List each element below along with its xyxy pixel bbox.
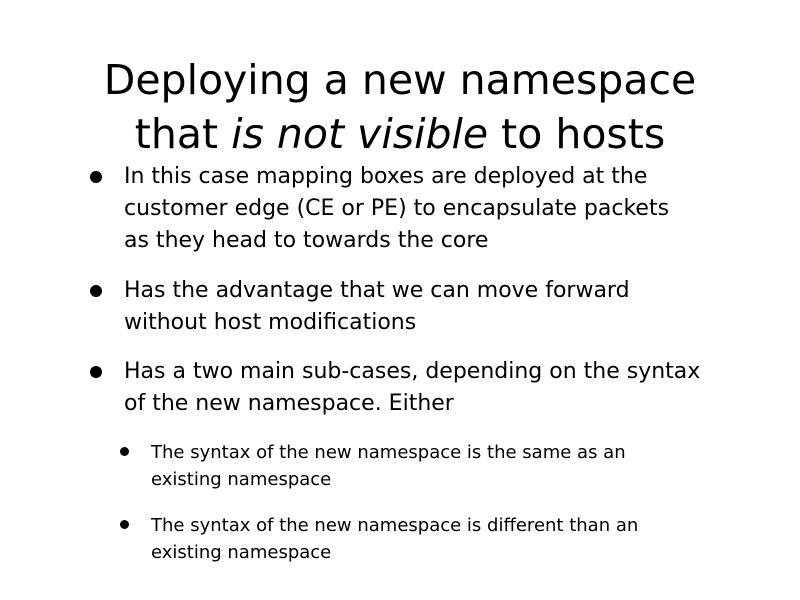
bullet-dot-icon	[90, 171, 102, 183]
bullet-item-sub-cases: Has a two main sub-cases, depending on t…	[90, 356, 701, 420]
sub-bullet-dot-icon	[120, 520, 129, 529]
sub-bullet-text-line: existing namespace	[151, 469, 332, 490]
sub-bullet-item-same-syntax: The syntax of the new namespace is the s…	[120, 439, 626, 493]
title-line-2-suffix: to hosts	[488, 110, 666, 159]
sub-bullet-dot-icon	[120, 447, 129, 456]
bullet-text-line: of the new namespace. Either	[124, 391, 454, 416]
sub-bullet-text-line: The syntax of the new namespace is diffe…	[151, 515, 639, 536]
title-line-1: Deploying a new namespace	[103, 56, 697, 105]
bullet-text-line: Has the advantage that we can move forwa…	[124, 278, 630, 303]
title-emphasis: is not visible	[231, 110, 489, 159]
title-line-2: that is not visible to hosts	[40, 107, 760, 161]
bullet-text-line: customer edge (CE or PE) to encapsulate …	[124, 196, 670, 221]
bullet-dot-icon	[90, 366, 102, 378]
slide: Deploying a new namespace that is not vi…	[0, 0, 800, 600]
title-line-2-prefix: that	[134, 110, 232, 159]
bullet-text-line: as they head to towards the core	[124, 228, 489, 253]
bullet-item-advantage: Has the advantage that we can move forwa…	[90, 275, 630, 339]
sub-bullet-text-line: existing namespace	[151, 542, 332, 563]
bullet-text-line: Has a two main sub-cases, depending on t…	[124, 359, 701, 384]
bullet-text-line: without host modifications	[124, 310, 417, 335]
slide-title: Deploying a new namespace that is not vi…	[40, 53, 760, 161]
bullet-text-line: In this case mapping boxes are deployed …	[124, 164, 648, 189]
sub-bullet-item-different-syntax: The syntax of the new namespace is diffe…	[120, 512, 639, 566]
bullet-item-mapping-boxes: In this case mapping boxes are deployed …	[90, 161, 670, 257]
sub-bullet-text-line: The syntax of the new namespace is the s…	[151, 442, 626, 463]
bullet-dot-icon	[90, 285, 102, 297]
